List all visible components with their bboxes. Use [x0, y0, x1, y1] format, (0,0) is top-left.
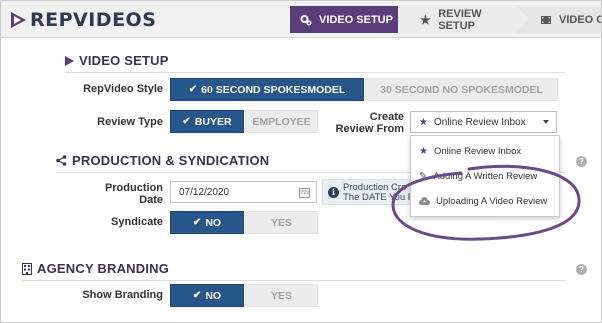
app-window: REPVIDEOS VIDEO SETUP ★ REVIEW SETUP VID…	[0, 0, 602, 323]
annotation-ellipse	[391, 164, 581, 241]
